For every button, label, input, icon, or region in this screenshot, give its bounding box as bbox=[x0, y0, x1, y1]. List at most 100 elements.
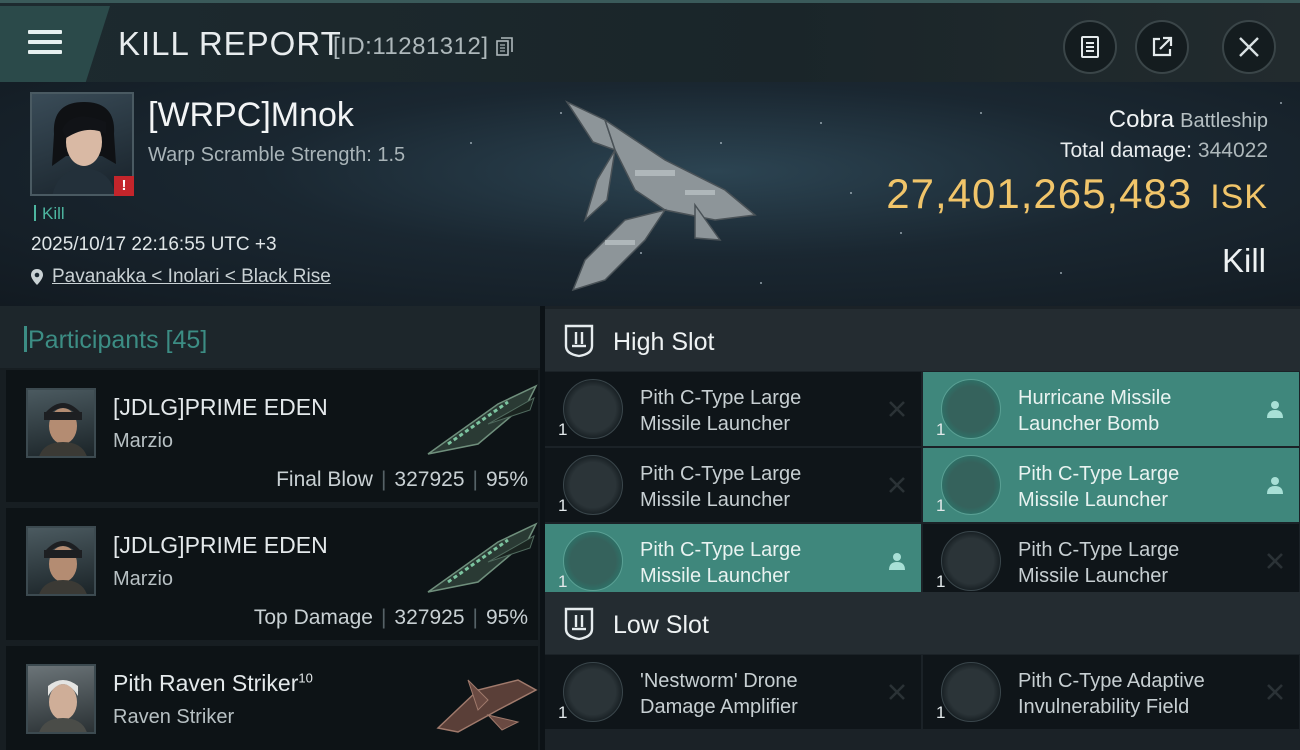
warp-scramble: Warp Scramble Strength: 1.5 bbox=[148, 144, 406, 166]
module-name-line1: Hurricane Missile bbox=[1018, 387, 1172, 409]
participant-role: Top Damage bbox=[253, 606, 373, 629]
victim-name[interactable]: [WRPC]Mnok bbox=[148, 96, 354, 135]
module-quantity: 1 bbox=[936, 496, 946, 515]
module-name: Pith C-Type Large Missile Launcher bbox=[1018, 537, 1248, 589]
module-item[interactable]: 1 Pith C-Type Adaptive Invulnerability Fi… bbox=[923, 655, 1299, 729]
location-pin-icon bbox=[31, 269, 43, 285]
clipboard-button[interactable] bbox=[1063, 20, 1117, 74]
participants-header[interactable]: Participants [45] bbox=[0, 306, 540, 368]
participant-avatar bbox=[26, 664, 96, 734]
participant-percent: 95% bbox=[485, 468, 528, 491]
destroyed-icon bbox=[889, 684, 905, 700]
destroyed-icon bbox=[1267, 684, 1283, 700]
participant-ship-image bbox=[427, 522, 538, 593]
module-quantity: 1 bbox=[558, 703, 568, 722]
dropped-person-icon bbox=[1267, 477, 1283, 494]
isk-unit: ISK bbox=[1210, 178, 1268, 216]
participant-ship-image bbox=[436, 679, 538, 733]
module-name-line2: Missile Launcher bbox=[640, 565, 791, 587]
participant-ship: Raven Striker bbox=[113, 706, 235, 728]
fitting-panel: High Slot 1 Pith C-Type Large Missile Lau… bbox=[545, 306, 1300, 750]
participant-stats: Final Blow | 327925 | 95% bbox=[276, 468, 528, 491]
module-quantity: 1 bbox=[936, 572, 946, 591]
kill-location[interactable]: Pavanakka < Inolari < Black Rise bbox=[30, 266, 331, 288]
close-button[interactable] bbox=[1222, 20, 1276, 74]
module-item[interactable]: 1 Pith C-Type Large Missile Launcher bbox=[545, 372, 921, 446]
participant-stats: Top Damage | 327925 | 95% bbox=[253, 606, 528, 629]
participant-avatar bbox=[26, 388, 96, 458]
missile-launcher-icon bbox=[563, 379, 623, 439]
page-title: KILL REPORT bbox=[118, 25, 342, 62]
victim-ship-image bbox=[564, 100, 757, 292]
destroyed-icon bbox=[889, 477, 905, 493]
participant-ship: Marzio bbox=[113, 568, 174, 590]
participant-row[interactable]: [JDLG]PRIME EDEN Marzio Top Damage | 32792… bbox=[6, 508, 538, 640]
module-quantity: 1 bbox=[558, 420, 568, 439]
module-name: Pith C-Type Adaptive Invulnerability Fiel… bbox=[1018, 668, 1248, 720]
module-item[interactable]: 1 'Nestworm' Drone Damage Amplifier bbox=[545, 655, 921, 729]
participant-ship: Marzio bbox=[113, 430, 174, 452]
module-item[interactable]: 1 Pith C-Type Large Missile Launcher bbox=[923, 448, 1299, 522]
destroyed-icon bbox=[1267, 553, 1283, 569]
participant-name-text: Pith Raven Striker bbox=[113, 670, 299, 696]
clipboard-icon bbox=[1081, 36, 1099, 58]
share-icon bbox=[1152, 36, 1173, 57]
missile-launcher-icon bbox=[941, 455, 1001, 515]
warning-badge: ! bbox=[114, 176, 134, 196]
participant-row[interactable]: [JDLG]PRIME EDEN Marzio Final Blow | 32792… bbox=[6, 370, 538, 502]
module-name: 'Nestworm' Drone Damage Amplifier bbox=[640, 668, 870, 720]
victim-summary: ! [WRPC]Mnok Warp Scramble Strength: 1.5… bbox=[0, 82, 1300, 306]
module-item[interactable]: 1 Pith C-Type Large Missile Launcher bbox=[545, 448, 921, 522]
participant-damage: 327925 bbox=[394, 606, 465, 629]
bomb-launcher-icon bbox=[941, 379, 1001, 439]
share-button[interactable] bbox=[1135, 20, 1189, 74]
module-item[interactable]: 1 Pith C-Type Large Missile Launcher bbox=[923, 524, 1299, 598]
module-name-line1: Pith C-Type Large bbox=[640, 539, 802, 561]
participant-name: [JDLG]PRIME EDEN bbox=[113, 532, 328, 558]
module-name-line1: Pith C-Type Adaptive bbox=[1018, 670, 1205, 692]
missile-launcher-icon bbox=[563, 531, 623, 591]
module-name-line1: 'Nestworm' Drone bbox=[640, 670, 798, 692]
high-slot-icon bbox=[564, 324, 594, 358]
low-slot-header: Low Slot bbox=[545, 592, 1300, 654]
participant-name: [JDLG]PRIME EDEN bbox=[113, 394, 328, 420]
location-link[interactable]: Pavanakka < Inolari < Black Rise bbox=[52, 266, 331, 288]
drone-amplifier-icon bbox=[563, 662, 623, 722]
total-damage-label: Total damage: bbox=[1060, 139, 1192, 162]
module-quantity: 1 bbox=[558, 496, 568, 515]
low-slot-icon bbox=[564, 607, 594, 641]
menu-button[interactable] bbox=[0, 6, 110, 82]
module-name-line1: Pith C-Type Large bbox=[1018, 463, 1180, 485]
participants-title: Participants [45] bbox=[23, 326, 208, 354]
module-name-line2: Missile Launcher bbox=[640, 413, 791, 435]
close-icon bbox=[1239, 37, 1259, 57]
total-damage-value: 344022 bbox=[1197, 139, 1268, 162]
shield-invulnerability-icon bbox=[941, 662, 1001, 722]
ship-name: Cobra bbox=[1108, 106, 1175, 133]
module-quantity: 1 bbox=[936, 420, 946, 439]
participant-avatar bbox=[26, 526, 96, 596]
missile-launcher-icon bbox=[941, 531, 1001, 591]
high-slot-header: High Slot bbox=[545, 309, 1300, 371]
module-name-line2: Damage Amplifier bbox=[640, 696, 798, 718]
module-name: Pith C-Type Large Missile Launcher bbox=[640, 461, 870, 513]
kill-id: [ID:11281312] bbox=[333, 33, 489, 60]
participant-row[interactable]: Pith Raven Striker10 Raven Striker bbox=[6, 646, 538, 750]
participants-panel: Participants [45] [JDLG]PRIME EDEN Marzi… bbox=[0, 306, 540, 750]
copy-icon[interactable] bbox=[496, 37, 514, 57]
total-damage: Total damage: 344022 bbox=[1060, 139, 1268, 163]
missile-launcher-icon bbox=[563, 455, 623, 515]
hamburger-icon bbox=[28, 30, 62, 60]
module-item[interactable]: 1 Pith C-Type Large Missile Launcher bbox=[545, 524, 921, 598]
participant-damage: 327925 bbox=[394, 468, 465, 491]
module-name-line1: Pith C-Type Large bbox=[640, 463, 802, 485]
kill-datetime: 2025/10/17 22:16:55 UTC +3 bbox=[31, 234, 277, 255]
top-bar: KILL REPORT [ID:11281312] bbox=[0, 0, 1300, 82]
destroyed-icon bbox=[889, 401, 905, 417]
module-name-line2: Missile Launcher bbox=[1018, 489, 1169, 511]
module-name-line2: Missile Launcher bbox=[1018, 565, 1169, 587]
module-item[interactable]: 1 Hurricane Missile Launcher Bomb bbox=[923, 372, 1299, 446]
victim-ship[interactable]: Cobra Battleship bbox=[1109, 106, 1268, 134]
isk-value: 27,401,265,483 ISK bbox=[886, 170, 1268, 218]
dropped-person-icon bbox=[889, 553, 905, 570]
